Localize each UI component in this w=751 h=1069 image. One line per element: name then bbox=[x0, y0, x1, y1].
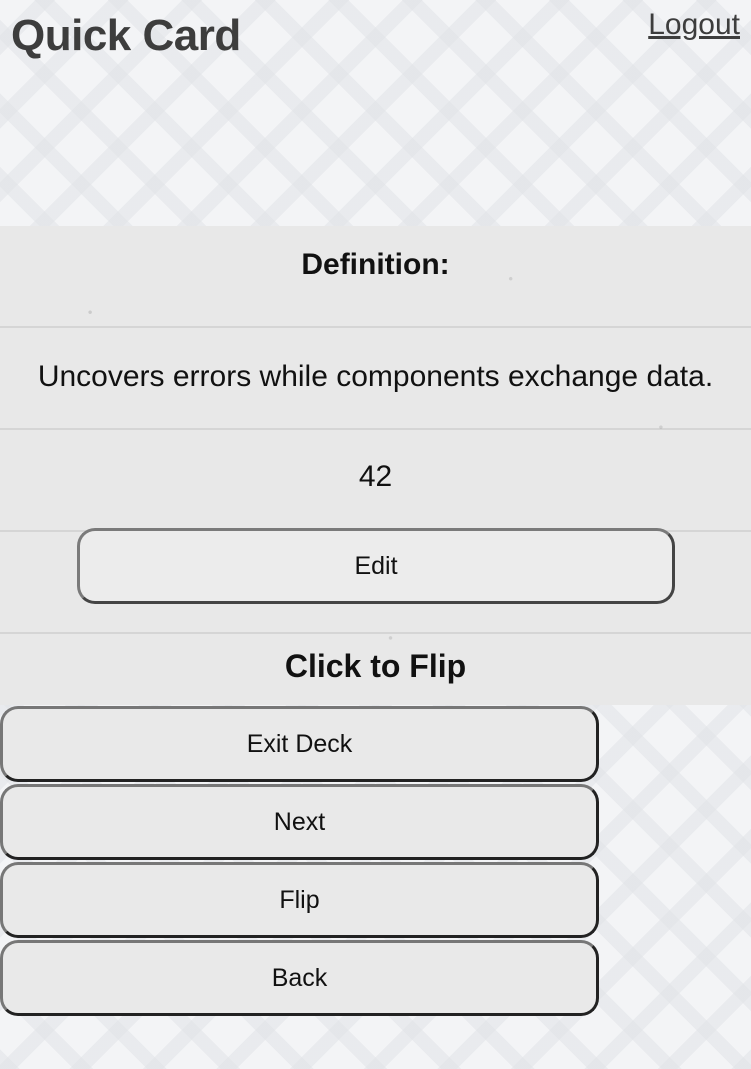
click-to-flip-label[interactable]: Click to Flip bbox=[0, 648, 751, 685]
edit-button[interactable]: Edit bbox=[77, 528, 675, 604]
app-title: Quick Card bbox=[11, 11, 241, 60]
next-button[interactable]: Next bbox=[0, 784, 599, 860]
exit-deck-button[interactable]: Exit Deck bbox=[0, 706, 599, 782]
back-button[interactable]: Back bbox=[0, 940, 599, 1016]
card-number: 42 bbox=[358, 460, 393, 493]
logout-link[interactable]: Logout bbox=[648, 8, 740, 42]
card-definition-text: Uncovers errors while components exchang… bbox=[37, 360, 714, 393]
flip-button[interactable]: Flip bbox=[0, 862, 599, 938]
flashcard[interactable]: Definition: Uncovers errors while compon… bbox=[0, 226, 751, 705]
card-heading: Definition: bbox=[301, 248, 450, 281]
